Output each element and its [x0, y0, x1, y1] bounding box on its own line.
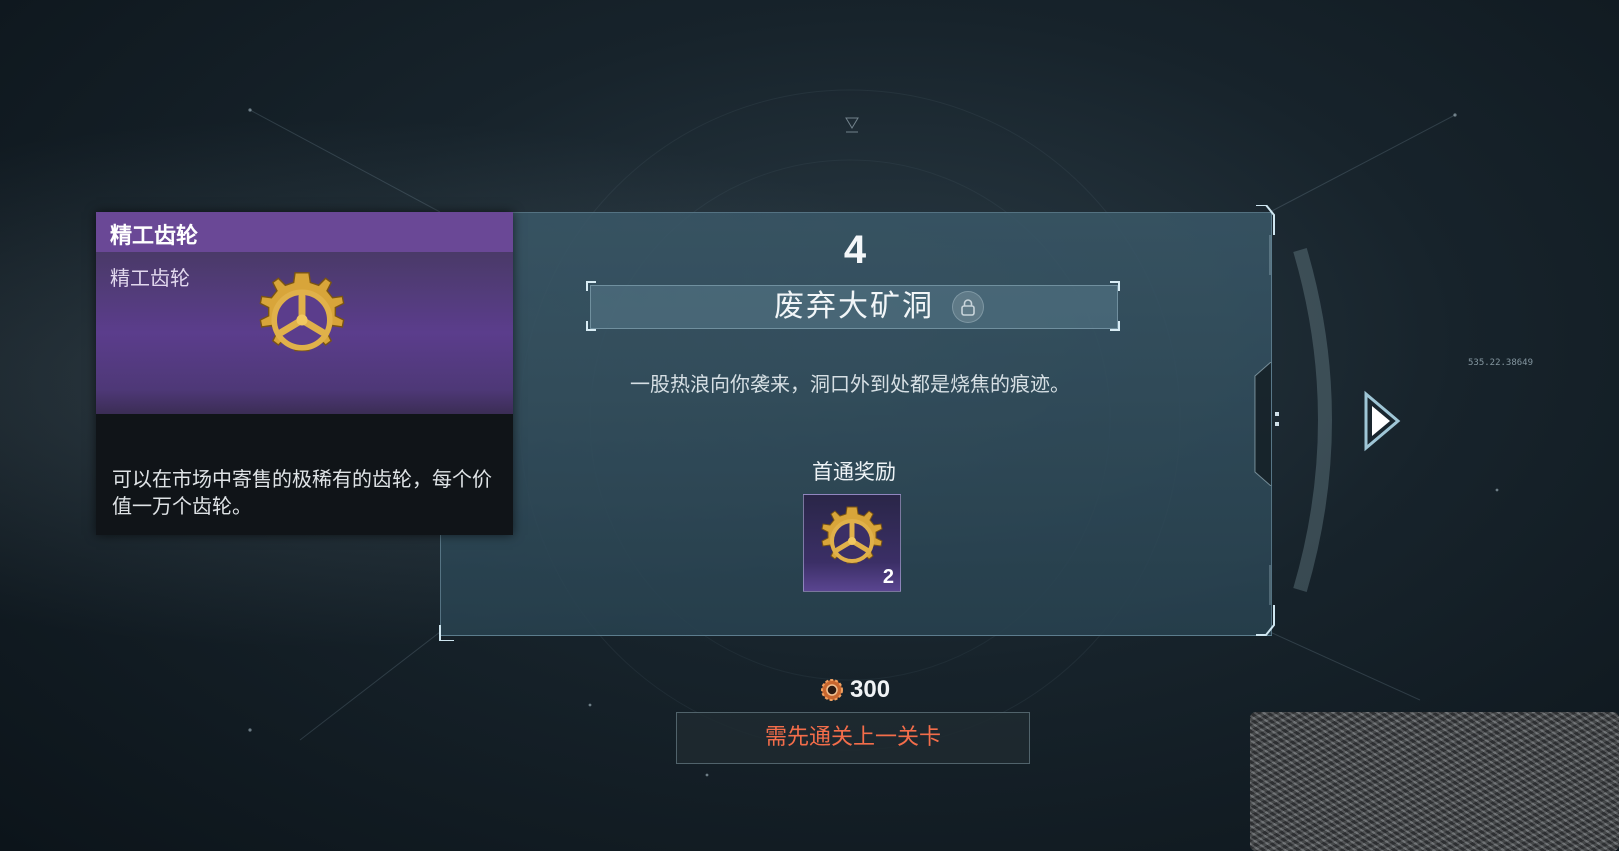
lock-icon: [952, 291, 984, 323]
title-corner-br: [1110, 321, 1120, 331]
level-title-bar: 废弃大矿洞: [590, 285, 1118, 329]
start-level-button-label: 需先通关上一关卡: [764, 725, 941, 750]
gear-icon: [259, 272, 345, 352]
title-corner-tr: [1110, 281, 1120, 291]
gear-icon: [821, 506, 883, 564]
hud-readout: 535.22.38649: [1468, 358, 1534, 368]
cost-value: 300: [850, 676, 891, 703]
level-name: 废弃大矿洞: [774, 289, 934, 324]
reward-count: 2: [882, 566, 894, 588]
gear-coin-icon: [821, 679, 843, 701]
tooltip-description: 可以在市场中寄售的极稀有的齿轮，每个价值一万个齿轮。: [112, 467, 492, 518]
first-clear-reward-label: 首通奖励: [812, 460, 896, 484]
tooltip-art: 精工齿轮: [96, 252, 513, 414]
title-corner-tl: [586, 281, 596, 291]
level-description: 一股热浪向你袭来，洞口外到处都是烧焦的痕迹。: [630, 372, 1070, 396]
tooltip-subtitle: 精工齿轮: [110, 266, 190, 290]
tooltip-title: 精工齿轮: [110, 224, 199, 249]
start-level-button[interactable]: 需先通关上一关卡: [676, 712, 1030, 764]
tooltip-header: 精工齿轮: [96, 212, 513, 252]
title-corner-bl: [586, 321, 596, 331]
level-number: 4: [843, 228, 867, 272]
item-tooltip: 精工齿轮 精工齿轮 可以在市场中寄售的极稀有的齿轮，每个价值一万个齿轮。: [96, 212, 513, 535]
side-bracket: [1293, 248, 1332, 592]
reward-item-slot[interactable]: 2: [803, 494, 901, 592]
noise-panel: [1250, 712, 1619, 851]
handle-dots: [1275, 412, 1279, 426]
next-arrow-icon[interactable]: [1360, 390, 1402, 452]
